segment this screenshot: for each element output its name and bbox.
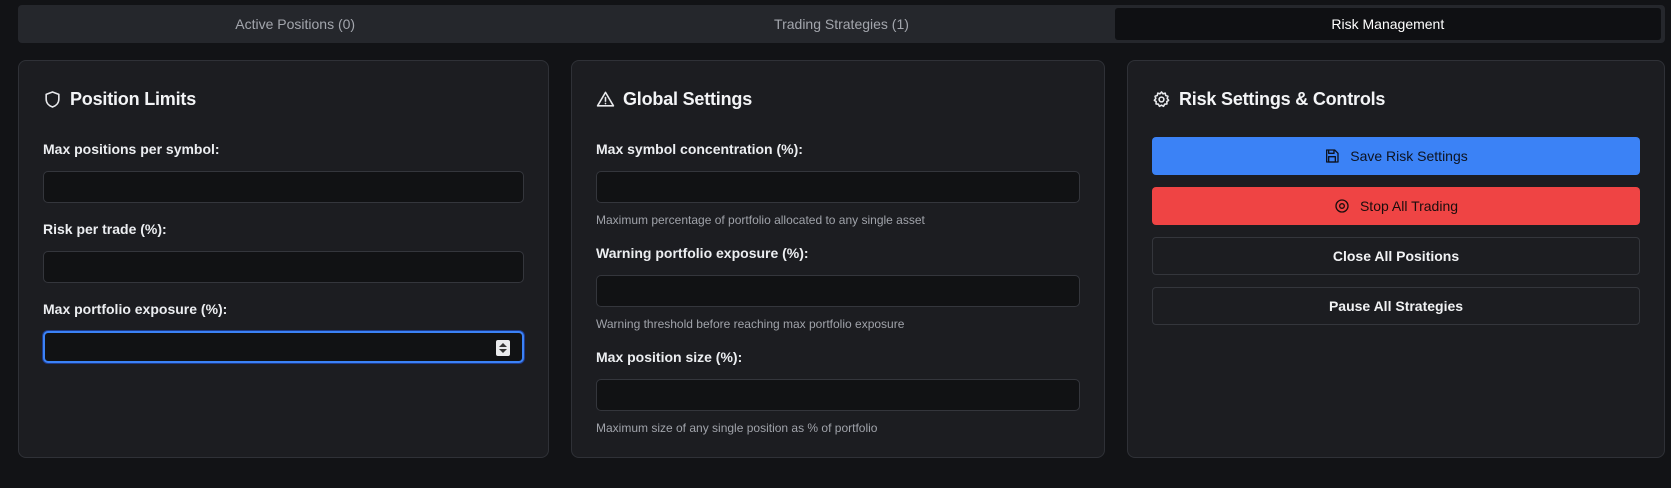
save-risk-settings-label: Save Risk Settings	[1350, 148, 1468, 164]
warning-portfolio-exposure-hint: Warning threshold before reaching max po…	[596, 317, 905, 331]
spinner-down-icon[interactable]	[499, 349, 507, 353]
stop-circle-icon	[1335, 199, 1349, 213]
number-spinner[interactable]	[496, 340, 510, 356]
max-position-size-input[interactable]	[596, 379, 1080, 411]
tab-trading-strategies[interactable]: Trading Strategies (1)	[568, 8, 1114, 40]
warning-portfolio-exposure-field: Warning portfolio exposure (%): Warning …	[596, 245, 1080, 331]
tab-bar: Active Positions (0) Trading Strategies …	[18, 5, 1665, 43]
max-symbol-concentration-input[interactable]	[596, 171, 1080, 203]
warning-portfolio-exposure-input[interactable]	[596, 275, 1080, 307]
max-symbol-concentration-label: Max symbol concentration (%):	[596, 141, 803, 157]
risk-per-trade-field: Risk per trade (%):	[43, 221, 524, 283]
max-symbol-concentration-hint: Maximum percentage of portfolio allocate…	[596, 213, 925, 227]
risk-controls-header: Risk Settings & Controls	[1152, 89, 1385, 110]
gear-icon	[1153, 91, 1170, 108]
close-all-positions-label: Close All Positions	[1332, 248, 1460, 264]
max-position-size-hint: Maximum size of any single position as %…	[596, 421, 878, 435]
risk-per-trade-label: Risk per trade (%):	[43, 221, 167, 237]
max-symbol-concentration-field: Max symbol concentration (%): Maximum pe…	[596, 141, 1080, 227]
pause-all-strategies-label: Pause All Strategies	[1328, 298, 1464, 314]
spinner-up-icon[interactable]	[499, 343, 507, 347]
max-portfolio-exposure-input[interactable]	[43, 331, 524, 363]
max-portfolio-exposure-label: Max portfolio exposure (%):	[43, 301, 228, 317]
max-position-size-label: Max position size (%):	[596, 349, 743, 365]
max-positions-per-symbol-input[interactable]	[43, 171, 524, 203]
max-position-size-field: Max position size (%): Maximum size of a…	[596, 349, 1080, 435]
tab-active-positions[interactable]: Active Positions (0)	[22, 8, 568, 40]
risk-controls-title: Risk Settings & Controls	[1179, 89, 1386, 109]
max-positions-per-symbol-field: Max positions per symbol:	[43, 141, 524, 203]
warning-triangle-icon	[596, 91, 615, 107]
global-settings-card: Global Settings Max symbol concentration…	[571, 60, 1105, 458]
save-risk-settings-button[interactable]: Save Risk Settings	[1152, 137, 1640, 175]
risk-controls-card: Risk Settings & Controls Save Risk Setti…	[1127, 60, 1665, 458]
warning-portfolio-exposure-label: Warning portfolio exposure (%):	[596, 245, 809, 261]
global-settings-header: Global Settings	[596, 89, 752, 110]
tab-risk-management[interactable]: Risk Management	[1114, 8, 1661, 40]
stop-all-trading-label: Stop All Trading	[1359, 198, 1459, 214]
position-limits-header: Position Limits	[43, 89, 196, 110]
max-positions-per-symbol-label: Max positions per symbol:	[43, 141, 220, 157]
save-icon	[1326, 149, 1339, 163]
close-all-positions-button[interactable]: Close All Positions	[1152, 237, 1640, 275]
global-settings-title: Global Settings	[623, 89, 753, 109]
shield-icon	[45, 91, 60, 108]
max-portfolio-exposure-field: Max portfolio exposure (%):	[43, 301, 524, 363]
position-limits-title: Position Limits	[70, 89, 197, 109]
risk-per-trade-input[interactable]	[43, 251, 524, 283]
pause-all-strategies-button[interactable]: Pause All Strategies	[1152, 287, 1640, 325]
stop-all-trading-button[interactable]: Stop All Trading	[1152, 187, 1640, 225]
position-limits-card: Position Limits Max positions per symbol…	[18, 60, 549, 458]
